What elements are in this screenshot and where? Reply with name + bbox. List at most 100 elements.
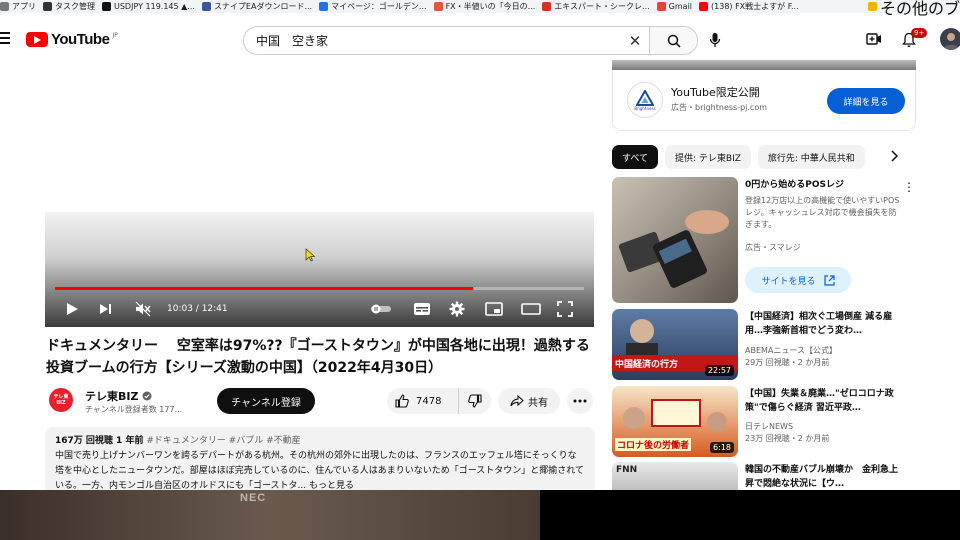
visit-site-button[interactable]: サイトを見る [745, 267, 851, 293]
rec-title-1[interactable]: 0円から始めるPOSレジ [745, 178, 905, 192]
rec-title-4[interactable]: 韓国の不動産バブル崩壊か 金利急上昇で悶絶な状況に【ウ… [745, 463, 905, 491]
rec-thumbnail-4[interactable]: FNN [612, 462, 738, 492]
bookmark-label: スナイプEAダウンロード... [213, 2, 313, 11]
bookmark-item[interactable]: エキスパート・シークレ... [542, 1, 656, 12]
description-box[interactable]: 167万 回視聴 1 年前 #ドキュメンタリー #バブル #不動産 中国で売り上… [45, 427, 595, 497]
bookmark-favicon-icon [542, 2, 552, 11]
settings-gear-icon[interactable] [449, 301, 465, 317]
ad-banner-image[interactable] [612, 60, 916, 70]
bookmarks-other-folder[interactable]: その他のブ [863, 0, 960, 18]
channel-avatar[interactable]: テレ東 BIZ [49, 388, 73, 412]
bookmark-item[interactable]: スナイプEAダウンロード... [201, 1, 319, 12]
black-overlay [540, 490, 960, 540]
microphone-icon[interactable] [709, 32, 721, 48]
share-label: 共有 [528, 397, 548, 409]
filter-chip[interactable]: すべて [612, 145, 659, 169]
time-display: 10:03 / 12:41 [167, 304, 228, 314]
webcam-overlay [0, 490, 540, 540]
bookmark-label: FX・半値いの「今日の... [445, 2, 536, 11]
account-avatar[interactable] [940, 28, 960, 50]
subscribe-button[interactable]: チャンネル登録 [217, 388, 315, 414]
duration-badge-3: 6:18 [710, 442, 734, 453]
bookmarks-other-label: その他のブ [879, 0, 960, 18]
fullscreen-icon[interactable] [557, 301, 573, 317]
like-dislike-group: 7478 [387, 388, 491, 414]
share-button[interactable]: 共有 [498, 388, 560, 414]
like-button[interactable]: 7478 [387, 388, 459, 414]
search-icon [667, 34, 681, 48]
subtitles-icon[interactable] [413, 302, 431, 316]
rec-thumb-text-2: 中国経済の行方 [615, 360, 679, 370]
share-arrow-icon [510, 395, 524, 407]
rec-channel-3[interactable]: 日テレNEWS [745, 421, 793, 433]
mute-icon[interactable] [135, 301, 151, 317]
ad-sponsor: 広告・brightness-pj.com [671, 103, 768, 112]
dislike-button[interactable] [459, 388, 491, 414]
more-actions-button[interactable] [567, 388, 593, 414]
youtube-logo[interactable]: YouTube JP [26, 31, 118, 48]
monitor-brand-label: NEC [240, 492, 267, 504]
autoplay-toggle-icon[interactable] [370, 304, 392, 314]
ad-advertiser-logo: Brightness [627, 82, 663, 118]
bookmark-item[interactable]: (138) FX戦士よすが F... [699, 1, 806, 12]
bookmark-favicon-icon [0, 2, 9, 11]
play-icon[interactable] [65, 301, 79, 317]
bookmark-item[interactable]: タスク管理 [43, 1, 102, 12]
bookmark-label: タスク管理 [55, 2, 95, 11]
filter-chip[interactable]: 提供: テレ東BIZ [665, 145, 751, 169]
miniplayer-icon[interactable] [485, 302, 503, 316]
bookmark-item[interactable]: Gmail [656, 2, 699, 11]
bookmark-label: USDJPY 119.145 ▲... [114, 2, 195, 11]
bookmark-favicon-icon [201, 2, 211, 11]
like-count: 7478 [416, 395, 442, 407]
rec-thumb-text-4: FNN [616, 465, 638, 475]
rec-thumbnail-2[interactable]: 中国経済の行方 22:57 [612, 309, 738, 380]
ad-title: YouTube限定公開 [671, 86, 760, 99]
screen: アプリ タスク管理 USDJPY 119.145 ▲... スナイプEAダウンロード.… [0, 0, 960, 540]
theater-mode-icon[interactable] [521, 302, 541, 316]
rec-title-2[interactable]: 【中国経済】相次ぐ工場倒産 減る雇用…李強新首相でどう変わ… [745, 310, 905, 338]
ad-logo-text: Brightness [634, 105, 656, 111]
bookmark-item[interactable]: USDJPY 119.145 ▲... [102, 2, 202, 11]
filter-chip[interactable]: 旅行先: 中華人民共和 [757, 145, 865, 169]
video-title: ドキュメンタリー 空室率は97%??『ゴーストタウン』が中国各地に出現！過熱する… [46, 338, 590, 376]
next-video-icon[interactable] [99, 301, 113, 317]
more-vertical-icon[interactable]: ⋮ [903, 180, 915, 194]
bookmark-favicon-icon [699, 2, 709, 11]
clear-search-icon[interactable]: ✕ [621, 27, 649, 54]
masthead: YouTube JP ✕ 9+ [0, 20, 960, 60]
menu-icon[interactable] [0, 32, 10, 47]
rec-title-3[interactable]: 【中国】失業＆廃業…"ゼロコロナ政策"で傷らぐ経済 習近平政… [745, 387, 905, 415]
play-logo-icon [26, 32, 48, 47]
logo-country: JP [112, 32, 118, 39]
subscriber-count: チャンネル登録者数 177... [85, 405, 183, 414]
ad-card[interactable]: Brightness YouTube限定公開 広告・brightness-pj.… [612, 70, 916, 131]
bookmark-item[interactable]: マイページ：ゴールデン... [319, 1, 433, 12]
bookmark-label: Gmail [668, 2, 693, 11]
bookmark-item[interactable]: FX・半値いの「今日の... [433, 1, 543, 12]
rec-thumbnail-3[interactable]: コロナ後の労働者 6:18 [612, 386, 738, 457]
progress-bar[interactable] [55, 287, 584, 290]
bookmark-label: エキスパート・シークレ... [554, 2, 650, 11]
rec-stats-2: 29万 回視聴・2 か月前 [745, 358, 830, 367]
bookmark-favicon-icon [319, 2, 329, 11]
chevron-right-icon[interactable] [890, 150, 898, 162]
rec-ad-description: 登録12万店以上の高機能で使いやすいPOSレジ。キャッシュレス対応で機会損失を防… [745, 196, 900, 229]
bookmark-label: アプリ [12, 2, 36, 11]
progress-bar-played [55, 287, 473, 290]
bookmark-item[interactable]: アプリ [0, 1, 43, 12]
bookmark-favicon-icon [43, 2, 52, 11]
rec-channel-2[interactable]: ABEMAニュース【公式】 [745, 345, 837, 357]
create-video-icon[interactable] [866, 32, 882, 46]
more-horizontal-icon [573, 399, 587, 403]
rec-thumbnail-1[interactable] [612, 177, 738, 303]
video-player[interactable]: 10:03 / 12:41 [45, 212, 594, 327]
search-input[interactable] [244, 27, 621, 54]
hashtags[interactable]: #ドキュメンタリー #バブル #不動産 [146, 436, 300, 446]
ad-learn-more-button[interactable]: 詳細を見る [827, 88, 905, 114]
external-link-icon [823, 274, 835, 286]
search-button[interactable] [649, 27, 697, 54]
pos-terminal-image-icon [618, 210, 729, 288]
description-text: 中国で売り上げナンバーワンを誇るデパートがある杭州。その杭州の郊外に出現したのは… [55, 451, 585, 491]
channel-name-row[interactable]: テレ東BIZ [85, 388, 152, 404]
